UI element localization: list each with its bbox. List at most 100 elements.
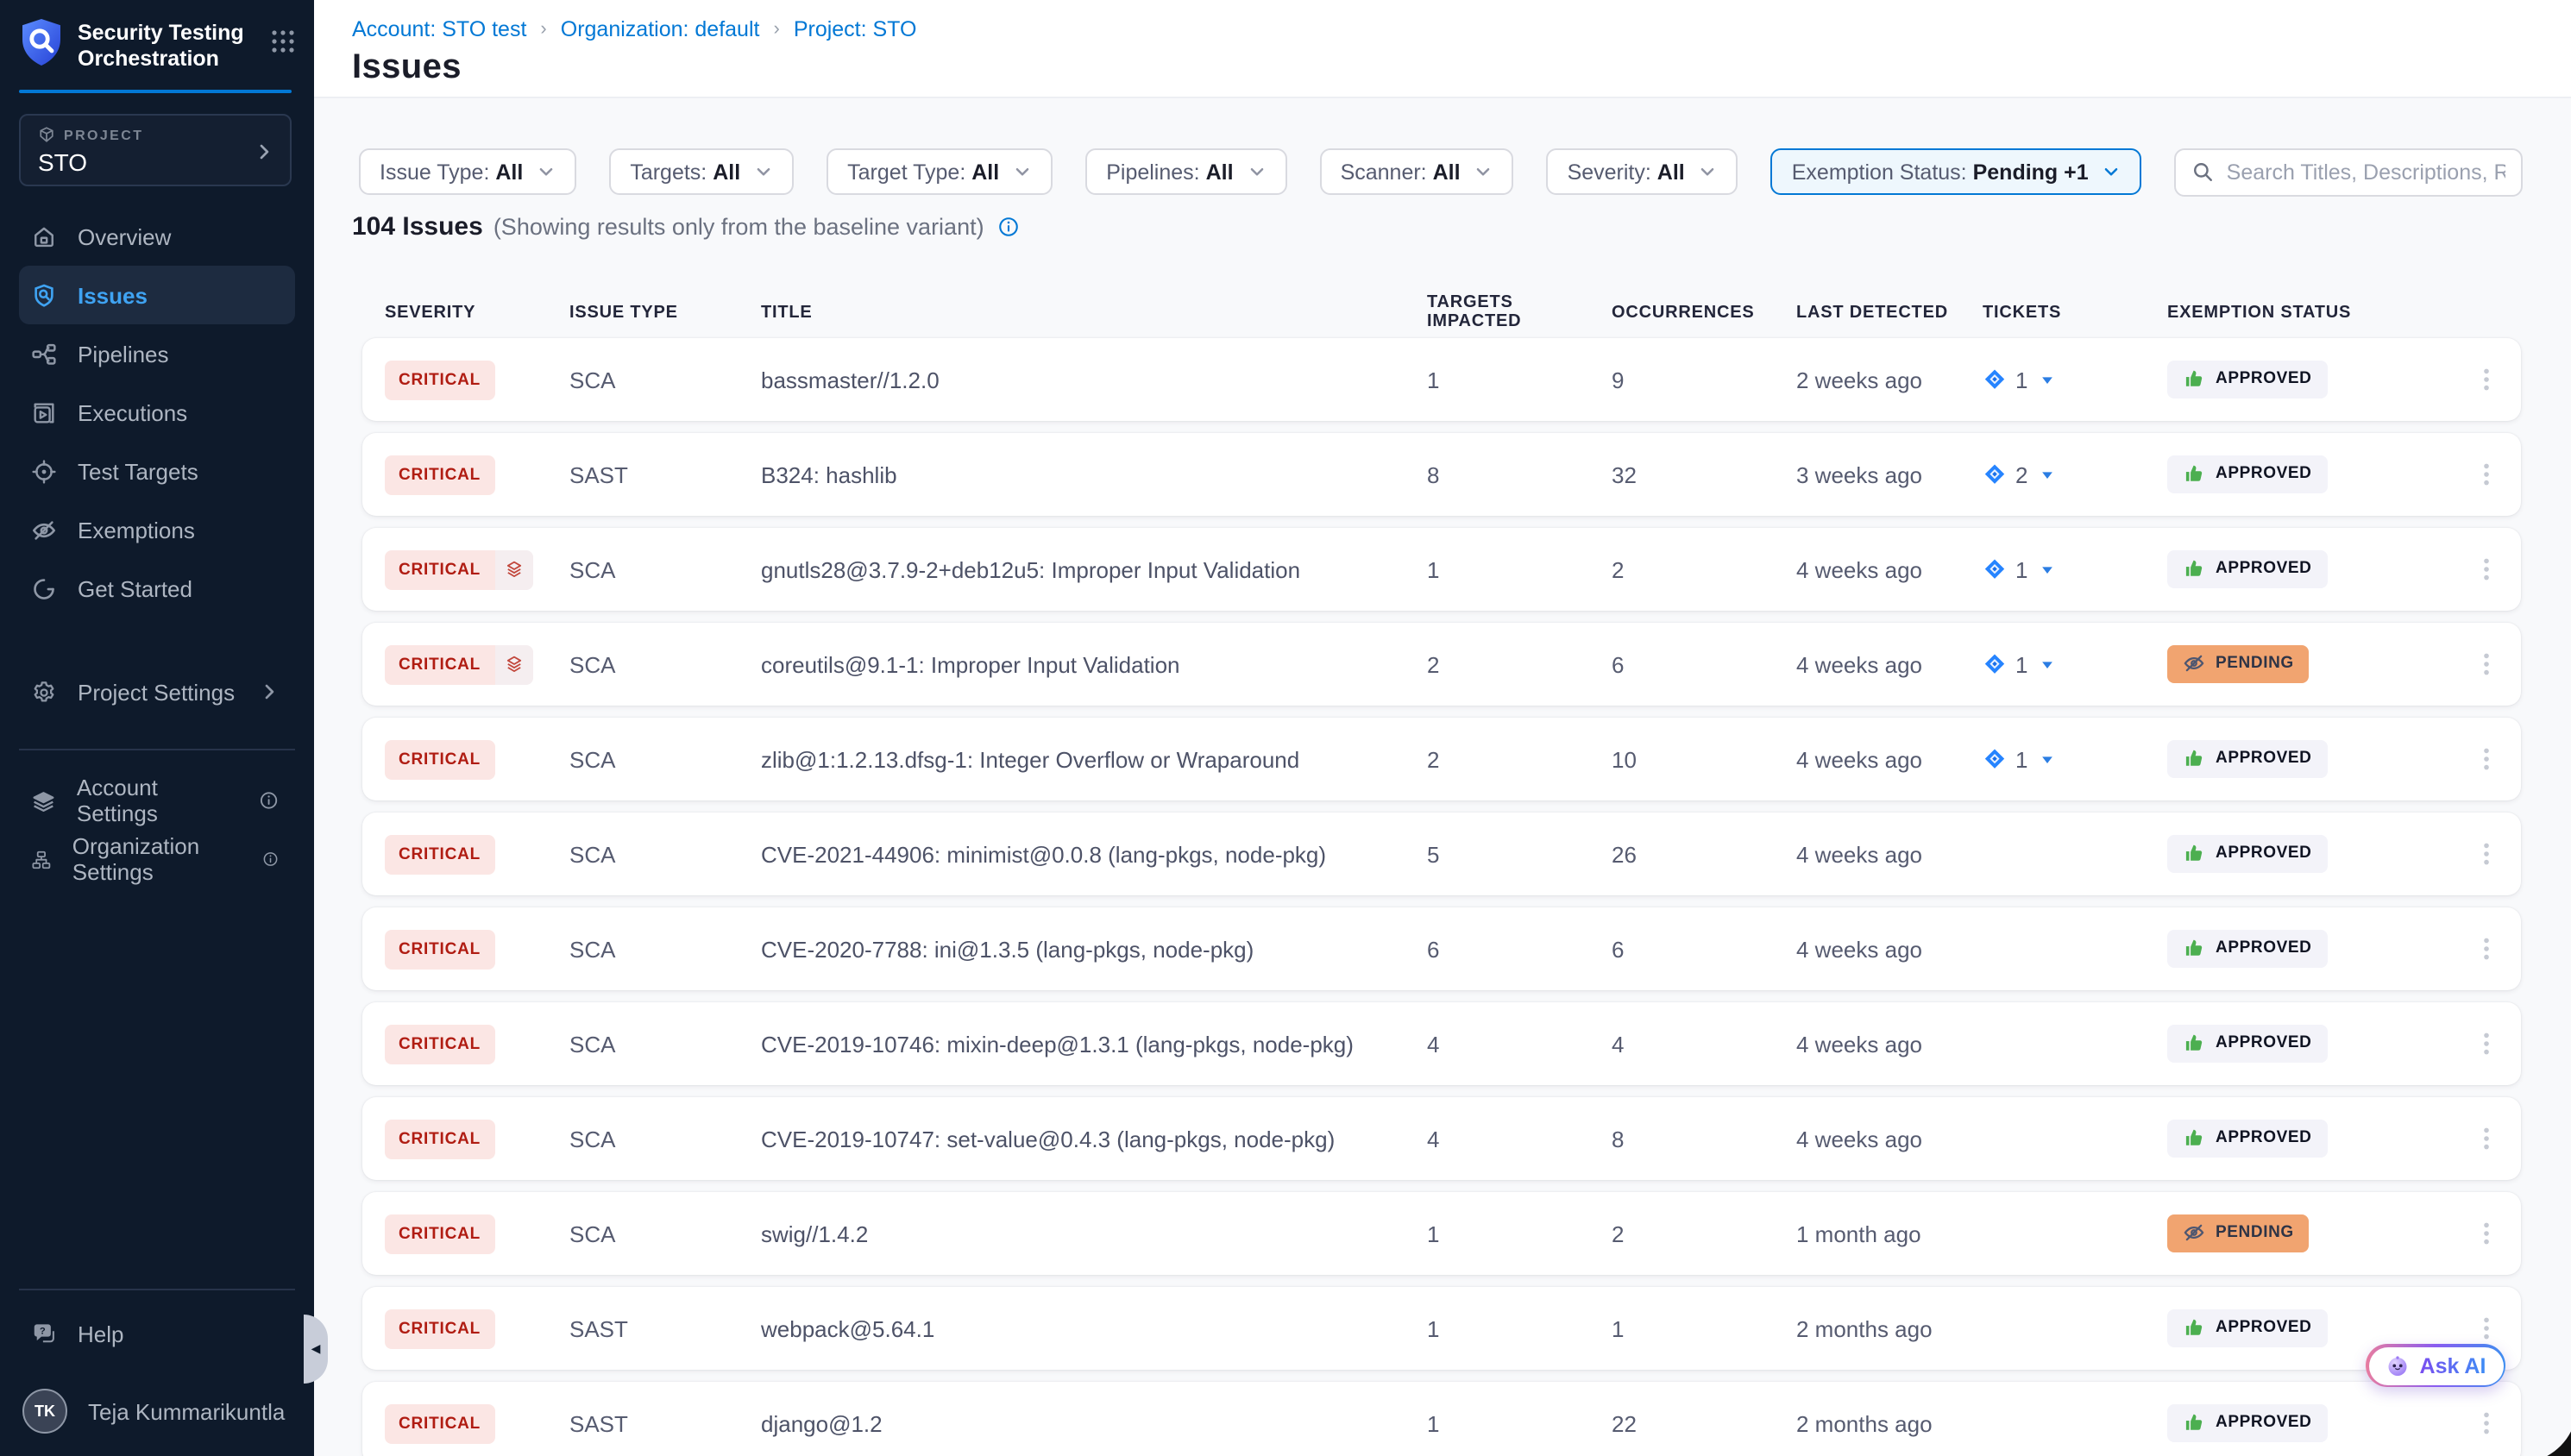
exemption-status-badge: APPROVED: [2167, 1120, 2327, 1158]
breadcrumb-link[interactable]: Organization: default: [561, 17, 760, 41]
issue-title[interactable]: CVE-2020-7788: ini@1.3.5 (lang-pkgs, nod…: [761, 936, 1427, 962]
breadcrumb-link[interactable]: Account: STO test: [352, 17, 526, 41]
ticket-dropdown[interactable]: 1: [1983, 556, 2167, 582]
severity-cell: CRITICAL: [385, 1024, 569, 1064]
filter-dropdown-target-type[interactable]: Target Type: All: [827, 148, 1053, 195]
row-menu-button[interactable]: [2472, 1315, 2499, 1342]
search-box[interactable]: [2175, 147, 2523, 196]
table-row[interactable]: CRITICAL SCA CVE-2019-10747: set-value@0…: [362, 1097, 2521, 1180]
issue-title[interactable]: gnutls28@3.7.9-2+deb12u5: Improper Input…: [761, 556, 1427, 582]
eye-off-icon: [31, 517, 57, 543]
row-menu-button[interactable]: [2472, 1220, 2499, 1247]
table-row[interactable]: CRITICAL SCA CVE-2019-10746: mixin-deep@…: [362, 1002, 2521, 1085]
table-row[interactable]: CRITICAL SAST B324: hashlib 8 32 3 weeks…: [362, 433, 2521, 516]
severity-cell: CRITICAL: [385, 644, 569, 684]
exemption-status-badge: APPROVED: [2167, 1025, 2327, 1063]
severity-badge: CRITICAL: [385, 1119, 494, 1158]
row-menu-button[interactable]: [2472, 1125, 2499, 1152]
row-menu-button[interactable]: [2472, 366, 2499, 393]
sidebar-item-label: Issues: [78, 282, 148, 308]
ticket-dropdown[interactable]: 1: [1983, 651, 2167, 677]
sidebar-item-test-targets[interactable]: Test Targets: [19, 442, 295, 500]
app-grid-icon[interactable]: [269, 28, 297, 55]
user-menu[interactable]: TK Teja Kummarikuntla: [19, 1382, 295, 1440]
jira-icon: [1983, 747, 2007, 771]
info-icon[interactable]: [260, 790, 280, 811]
table-row[interactable]: CRITICAL SCA swig//1.4.2 1 2 1 month ago…: [362, 1192, 2521, 1275]
sidebar-item-account-settings[interactable]: Account Settings: [19, 771, 295, 830]
exemption-status-badge: APPROVED: [2167, 455, 2327, 493]
row-menu-button[interactable]: [2472, 555, 2499, 583]
table-row[interactable]: CRITICAL SAST webpack@5.64.1 1 1 2 month…: [362, 1287, 2521, 1370]
row-menu-button[interactable]: [2472, 1409, 2499, 1437]
sidebar-item-executions[interactable]: Executions: [19, 383, 295, 442]
targets-impacted-cell: 4: [1427, 1126, 1612, 1152]
ask-ai-button[interactable]: Ask AI: [2366, 1344, 2505, 1387]
sidebar-item-issues[interactable]: Issues: [19, 266, 295, 324]
issue-title[interactable]: bassmaster//1.2.0: [761, 367, 1427, 392]
row-menu-button[interactable]: [2472, 840, 2499, 868]
breadcrumb-link[interactable]: Project: STO: [794, 17, 917, 41]
issue-type-cell: SCA: [569, 746, 761, 772]
issue-title[interactable]: swig//1.4.2: [761, 1221, 1427, 1246]
issue-title[interactable]: B324: hashlib: [761, 461, 1427, 487]
occurrences-cell: 22: [1612, 1410, 1796, 1436]
sidebar-item-organization-settings[interactable]: Organization Settings: [19, 830, 295, 888]
row-menu-button[interactable]: [2472, 650, 2499, 678]
row-menu-button[interactable]: [2472, 461, 2499, 488]
table-row[interactable]: CRITICAL SCA zlib@1:1.2.13.dfsg-1: Integ…: [362, 718, 2521, 800]
row-menu-button[interactable]: [2472, 935, 2499, 963]
target-icon: [31, 458, 57, 484]
table-row[interactable]: CRITICAL SCA CVE-2020-7788: ini@1.3.5 (l…: [362, 907, 2521, 990]
issue-title[interactable]: webpack@5.64.1: [761, 1315, 1427, 1341]
filter-dropdown-exemption-status[interactable]: Exemption Status: Pending +1: [1771, 148, 2142, 195]
sidebar-item-label: Help: [78, 1321, 124, 1346]
ticket-dropdown[interactable]: 1: [1983, 746, 2167, 772]
sidebar-item-label: Get Started: [78, 575, 192, 601]
severity-cell: CRITICAL: [385, 1403, 569, 1443]
table-row[interactable]: CRITICAL SCA coreutils@9.1-1: Improper I…: [362, 623, 2521, 706]
issue-title[interactable]: CVE-2019-10747: set-value@0.4.3 (lang-pk…: [761, 1126, 1427, 1152]
filter-dropdown-issue-type[interactable]: Issue Type: All: [359, 148, 576, 195]
severity-badge: CRITICAL: [385, 739, 494, 779]
severity-cell: CRITICAL: [385, 455, 569, 494]
table-row[interactable]: CRITICAL SCA bassmaster//1.2.0 1 9 2 wee…: [362, 338, 2521, 421]
table-row[interactable]: CRITICAL SCA gnutls28@3.7.9-2+deb12u5: I…: [362, 528, 2521, 611]
occurrences-cell: 2: [1612, 556, 1796, 582]
table-row[interactable]: CRITICAL SAST django@1.2 1 22 2 months a…: [362, 1382, 2521, 1456]
filter-dropdown-severity[interactable]: Severity: All: [1547, 148, 1738, 195]
ticket-dropdown[interactable]: 1: [1983, 367, 2167, 392]
issue-title[interactable]: zlib@1:1.2.13.dfsg-1: Integer Overflow o…: [761, 746, 1427, 772]
sidebar-item-get-started[interactable]: Get Started: [19, 559, 295, 618]
tickets-cell: 2: [1983, 461, 2167, 487]
sidebar-item-project-settings[interactable]: Project Settings: [19, 662, 295, 721]
row-menu-button[interactable]: [2472, 1030, 2499, 1057]
sto-app: Security Testing Orchestration PROJECT S…: [0, 0, 2571, 1456]
targets-impacted-cell: 1: [1427, 1221, 1612, 1246]
info-icon[interactable]: [998, 216, 1021, 238]
sidebar-item-overview[interactable]: Overview: [19, 207, 295, 266]
filter-dropdown-scanner[interactable]: Scanner: All: [1320, 148, 1514, 195]
project-selector[interactable]: PROJECT STO: [19, 114, 292, 186]
ticket-dropdown[interactable]: 2: [1983, 461, 2167, 487]
issue-type-cell: SCA: [569, 841, 761, 867]
table-row[interactable]: CRITICAL SCA CVE-2021-44906: minimist@0.…: [362, 813, 2521, 895]
sidebar-item-pipelines[interactable]: Pipelines: [19, 324, 295, 383]
search-input[interactable]: [2227, 160, 2505, 184]
tickets-cell: 1: [1983, 651, 2167, 677]
stacked-issues-icon: [494, 644, 532, 684]
row-menu-button[interactable]: [2472, 745, 2499, 773]
issue-title[interactable]: CVE-2019-10746: mixin-deep@1.3.1 (lang-p…: [761, 1031, 1427, 1057]
sidebar-item-exemptions[interactable]: Exemptions: [19, 500, 295, 559]
issue-title[interactable]: CVE-2021-44906: minimist@0.0.8 (lang-pkg…: [761, 841, 1427, 867]
info-icon[interactable]: [263, 849, 280, 869]
issue-title[interactable]: coreutils@9.1-1: Improper Input Validati…: [761, 651, 1427, 677]
filter-dropdown-pipelines[interactable]: Pipelines: All: [1085, 148, 1286, 195]
severity-cell: CRITICAL: [385, 1119, 569, 1158]
issue-title[interactable]: django@1.2: [761, 1410, 1427, 1436]
filter-dropdown-targets[interactable]: Targets: All: [609, 148, 794, 195]
sidebar-item-help[interactable]: ? Help: [19, 1304, 295, 1363]
tickets-cell: 1: [1983, 746, 2167, 772]
last-detected-cell: 4 weeks ago: [1796, 841, 1983, 867]
last-detected-cell: 1 month ago: [1796, 1221, 1983, 1246]
